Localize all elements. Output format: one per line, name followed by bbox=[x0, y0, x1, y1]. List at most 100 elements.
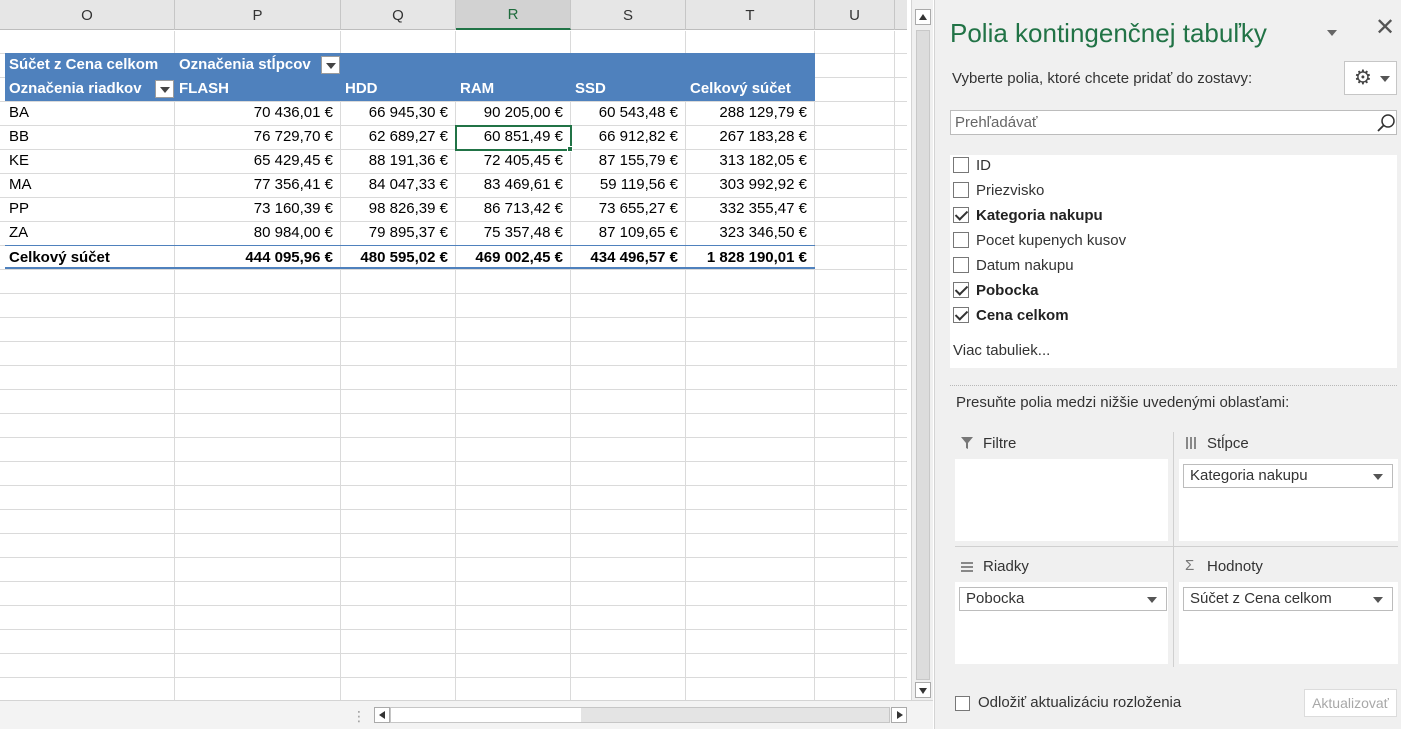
column-header-q[interactable]: Q bbox=[341, 0, 456, 30]
pivot-cell[interactable]: 72 405,45 € bbox=[456, 149, 571, 173]
column-header-p[interactable]: P bbox=[175, 0, 341, 30]
field-checkbox-checked[interactable] bbox=[953, 207, 969, 223]
pivot-row-label[interactable]: BB bbox=[5, 125, 175, 149]
field-item-id[interactable]: ID bbox=[950, 155, 1397, 180]
pivot-col-header-ssd[interactable]: SSD bbox=[571, 77, 686, 101]
vertical-scrollbar[interactable] bbox=[911, 0, 933, 700]
pivot-row-label[interactable]: PP bbox=[5, 197, 175, 221]
search-icon[interactable] bbox=[1376, 113, 1396, 133]
pivot-cell[interactable]: 98 826,39 € bbox=[341, 197, 456, 221]
rows-field-chip[interactable]: Pobocka bbox=[959, 587, 1167, 611]
field-item-priezvisko[interactable]: Priezvisko bbox=[950, 180, 1397, 205]
more-tables-link[interactable]: Viac tabuliek... bbox=[953, 342, 1050, 359]
scroll-left-icon[interactable] bbox=[374, 707, 390, 723]
horizontal-scroll-thumb[interactable] bbox=[391, 708, 581, 722]
rows-drop-area[interactable]: Pobocka bbox=[955, 582, 1168, 664]
pivot-cell[interactable]: 87 109,65 € bbox=[571, 221, 686, 245]
pivot-cell[interactable]: 76 729,70 € bbox=[175, 125, 341, 149]
update-button[interactable]: Aktualizovať bbox=[1304, 689, 1397, 717]
field-item-pocet-kupenych-kusov[interactable]: Pocet kupenych kusov bbox=[950, 230, 1397, 255]
field-item-pobocka[interactable]: Pobocka bbox=[950, 280, 1397, 305]
pivot-cell[interactable]: 87 155,79 € bbox=[571, 149, 686, 173]
pivot-cell[interactable]: 323 346,50 € bbox=[686, 221, 815, 245]
pivot-cell[interactable]: 267 183,28 € bbox=[686, 125, 815, 149]
pivot-cell[interactable]: 332 355,47 € bbox=[686, 197, 815, 221]
pivot-rows-label[interactable]: Označenia riadkov bbox=[5, 77, 155, 101]
field-checkbox-checked[interactable] bbox=[953, 307, 969, 323]
pivot-row-label[interactable]: KE bbox=[5, 149, 175, 173]
values-field-chip[interactable]: Súčet z Cena celkom bbox=[1183, 587, 1393, 611]
pivot-cell[interactable]: 313 182,05 € bbox=[686, 149, 815, 173]
chevron-down-icon[interactable] bbox=[1373, 597, 1383, 603]
pivot-cell[interactable]: 84 047,33 € bbox=[341, 173, 456, 197]
chevron-down-icon[interactable] bbox=[1373, 474, 1383, 480]
pivot-col-header-flash[interactable]: FLASH bbox=[175, 77, 341, 101]
fill-handle[interactable] bbox=[567, 146, 573, 152]
columns-field-chip[interactable]: Kategoria nakupu bbox=[1183, 464, 1393, 488]
pivot-values-label[interactable]: Súčet z Cena celkom bbox=[5, 53, 175, 77]
row-filter-dropdown-icon[interactable] bbox=[155, 80, 174, 98]
panel-options-chevron-down-icon[interactable] bbox=[1327, 30, 1337, 36]
pivot-columns-label[interactable]: Označenia stĺpcov bbox=[175, 53, 325, 77]
split-handle-icon[interactable]: ⋮ bbox=[352, 708, 367, 725]
pivot-row-label[interactable]: MA bbox=[5, 173, 175, 197]
pivot-cell[interactable]: 79 895,37 € bbox=[341, 221, 456, 245]
field-checkbox[interactable] bbox=[953, 257, 969, 273]
chevron-down-icon[interactable] bbox=[1147, 597, 1157, 603]
field-checkbox[interactable] bbox=[953, 182, 969, 198]
pivot-cell[interactable]: 288 129,79 € bbox=[686, 101, 815, 125]
pivot-cell[interactable]: 77 356,41 € bbox=[175, 173, 341, 197]
column-header-o[interactable]: O bbox=[0, 0, 175, 30]
field-checkbox[interactable] bbox=[953, 157, 969, 173]
pivot-cell[interactable]: 70 436,01 € bbox=[175, 101, 341, 125]
pivot-total-label[interactable]: Celkový súčet bbox=[5, 246, 175, 270]
pivot-cell[interactable]: 80 984,00 € bbox=[175, 221, 341, 245]
field-item-cena-celkom[interactable]: Cena celkom bbox=[950, 305, 1397, 330]
field-checkbox[interactable] bbox=[953, 232, 969, 248]
pivot-cell[interactable]: 65 429,45 € bbox=[175, 149, 341, 173]
search-input[interactable] bbox=[951, 111, 1361, 134]
horizontal-scrollbar[interactable]: ⋮ bbox=[0, 700, 933, 729]
pivot-total-cell[interactable]: 1 828 190,01 € bbox=[686, 246, 815, 270]
pivot-cell[interactable]: 75 357,48 € bbox=[456, 221, 571, 245]
pivot-total-cell[interactable]: 480 595,02 € bbox=[341, 246, 456, 270]
scroll-up-icon[interactable] bbox=[915, 9, 931, 25]
close-icon[interactable]: ✕ bbox=[1375, 16, 1395, 40]
column-header-u[interactable]: U bbox=[815, 0, 895, 30]
search-field[interactable] bbox=[950, 110, 1397, 135]
columns-drop-area[interactable]: Kategoria nakupu bbox=[1179, 459, 1398, 541]
pivot-cell[interactable]: 73 160,39 € bbox=[175, 197, 341, 221]
pivot-cell[interactable]: 86 713,42 € bbox=[456, 197, 571, 221]
pivot-col-header-hdd[interactable]: HDD bbox=[341, 77, 456, 101]
pivot-cell[interactable]: 88 191,36 € bbox=[341, 149, 456, 173]
pivot-cell[interactable]: 73 655,27 € bbox=[571, 197, 686, 221]
pivot-cell[interactable]: 66 945,30 € bbox=[341, 101, 456, 125]
pivot-row-label[interactable]: ZA bbox=[5, 221, 175, 245]
pivot-total-cell[interactable]: 444 095,96 € bbox=[175, 246, 341, 270]
defer-update-checkbox[interactable] bbox=[955, 696, 970, 711]
pivot-cell[interactable]: 60 543,48 € bbox=[571, 101, 686, 125]
field-item-kategoria-nakupu[interactable]: Kategoria nakupu bbox=[950, 205, 1397, 230]
pivot-cell[interactable]: 62 689,27 € bbox=[341, 125, 456, 149]
pivot-cell[interactable]: 66 912,82 € bbox=[571, 125, 686, 149]
spreadsheet-grid[interactable]: O P Q R S T U Súčet z Cena celkom Označe… bbox=[0, 0, 907, 700]
vertical-scroll-thumb[interactable] bbox=[916, 30, 930, 680]
field-checkbox-checked[interactable] bbox=[953, 282, 969, 298]
column-header-r[interactable]: R bbox=[456, 0, 571, 30]
pivot-total-cell[interactable]: 469 002,45 € bbox=[456, 246, 571, 270]
values-drop-area[interactable]: Súčet z Cena celkom bbox=[1179, 582, 1398, 664]
pivot-col-header-ram[interactable]: RAM bbox=[456, 77, 571, 101]
scroll-down-icon[interactable] bbox=[915, 682, 931, 698]
filters-drop-area[interactable] bbox=[955, 459, 1168, 541]
scroll-right-icon[interactable] bbox=[891, 707, 907, 723]
field-item-datum-nakupu[interactable]: Datum nakupu bbox=[950, 255, 1397, 280]
column-header-s[interactable]: S bbox=[571, 0, 686, 30]
column-filter-dropdown-icon[interactable] bbox=[321, 56, 340, 74]
pivot-total-cell[interactable]: 434 496,57 € bbox=[571, 246, 686, 270]
column-header-t[interactable]: T bbox=[686, 0, 815, 30]
pivot-cell[interactable]: 59 119,56 € bbox=[571, 173, 686, 197]
pivot-cell[interactable]: 83 469,61 € bbox=[456, 173, 571, 197]
pivot-cell[interactable]: 303 992,92 € bbox=[686, 173, 815, 197]
pivot-col-header-total[interactable]: Celkový súčet bbox=[686, 77, 815, 101]
tools-button[interactable]: ⚙ bbox=[1344, 61, 1397, 95]
